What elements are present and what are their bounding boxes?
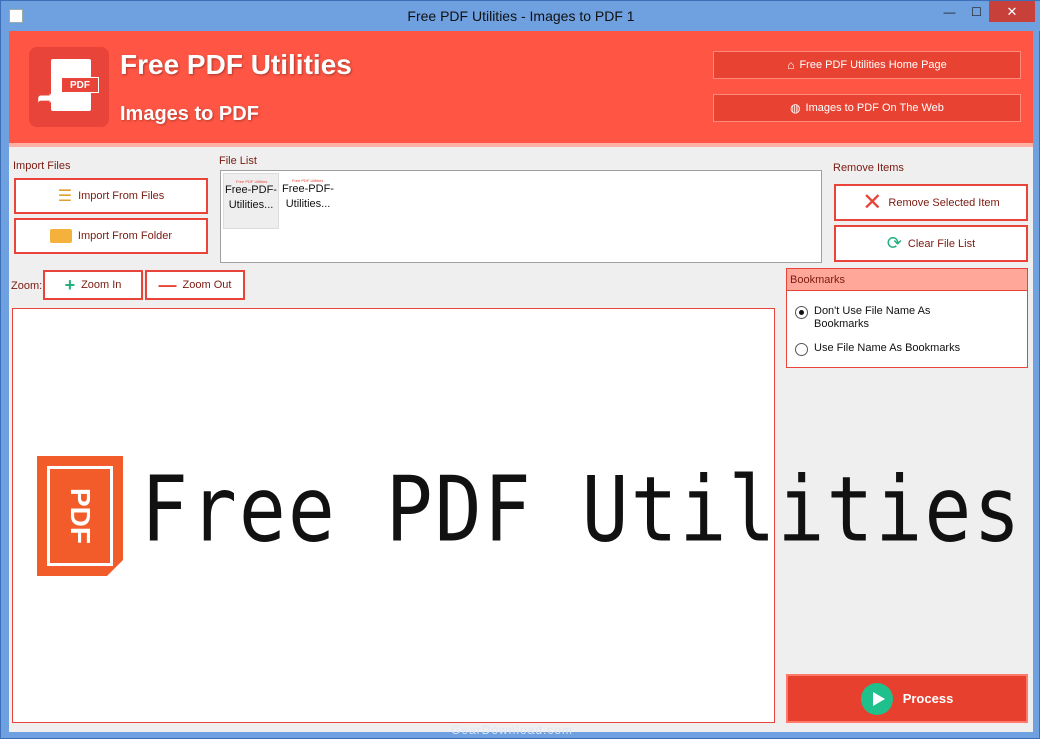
header-subtitle: Images to PDF: [120, 103, 259, 125]
import-from-folder-button[interactable]: Import From Folder: [14, 218, 208, 254]
file-name: Free-PDF-Utilities...: [282, 183, 334, 210]
home-page-link-label: Free PDF Utilities Home Page: [799, 59, 947, 71]
file-list-label: File List: [219, 155, 257, 167]
option-no-filename-label: Don't Use File Name As Bookmarks: [814, 305, 931, 330]
app-logo-icon: PDF ➦: [29, 47, 109, 127]
zoom-in-label: Zoom In: [81, 279, 122, 291]
folder-icon: [49, 229, 72, 243]
zoom-in-button[interactable]: + Zoom In: [43, 270, 143, 300]
minus-icon: —: [158, 274, 177, 295]
home-icon: ⌂: [787, 58, 795, 72]
window-title: Free PDF Utilities - Images to PDF 1: [407, 8, 635, 24]
import-files-label: Import Files: [13, 160, 71, 172]
import-from-files-label: Import From Files: [78, 190, 165, 202]
logo-pdf-label: PDF: [61, 77, 99, 93]
app-window: Free PDF Utilities - Images to PDF 1 — ☐…: [0, 0, 1040, 739]
file-thumbnail: Free PDF Utilities: [292, 178, 324, 183]
file-thumbnail: Free PDF Utilities: [236, 179, 268, 184]
file-list-icon: ☰: [57, 188, 73, 205]
web-page-link[interactable]: ◍ Images to PDF On The Web: [713, 94, 1021, 122]
header-title: Free PDF Utilities: [120, 49, 352, 80]
preview-pdf-logo-text: PDF: [47, 466, 113, 566]
process-button[interactable]: Process: [786, 674, 1028, 723]
option-filename[interactable]: Use File Name As Bookmarks: [795, 342, 960, 356]
play-icon: [860, 682, 893, 715]
clear-file-list-label: Clear File List: [907, 237, 976, 250]
maximize-button[interactable]: ☐: [963, 1, 990, 22]
file-name: Free-PDF-Utilities...: [225, 184, 277, 211]
remove-items-label: Remove Items: [833, 162, 904, 174]
header-divider: [9, 143, 1033, 147]
preview-pdf-logo-icon: PDF: [37, 456, 123, 576]
zoom-out-label: Zoom Out: [182, 279, 232, 291]
client-area: PDF ➦ Free PDF Utilities Images to PDF ⌂…: [9, 31, 1033, 732]
file-list[interactable]: Free PDF Utilities Free-PDF-Utilities...…: [220, 170, 822, 263]
title-bar[interactable]: Free PDF Utilities - Images to PDF 1 — ☐…: [1, 1, 1040, 31]
refresh-icon: ⟳: [886, 233, 902, 253]
file-list-item[interactable]: Free PDF Utilities Free-PDF-Utilities...: [280, 173, 336, 229]
close-button[interactable]: ✕: [989, 1, 1035, 22]
option-no-filename[interactable]: Don't Use File Name As Bookmarks: [795, 305, 955, 331]
watermark: GearDownload.com: [451, 723, 574, 737]
preview-logo-text: Free PDF Utilities: [141, 459, 1023, 563]
option-filename-label: Use File Name As Bookmarks: [814, 342, 961, 354]
home-page-link[interactable]: ⌂ Free PDF Utilities Home Page: [713, 51, 1021, 79]
remove-selected-item-label: Remove Selected Item: [888, 196, 1000, 209]
import-from-files-button[interactable]: ☰ Import From Files: [14, 178, 208, 214]
bookmarks-panel: Bookmarks Don't Use File Name As Bookmar…: [786, 268, 1028, 368]
minimize-button[interactable]: —: [936, 1, 963, 22]
zoom-label: Zoom:: [11, 280, 43, 292]
clear-file-list-button[interactable]: ⟳ Clear File List: [834, 225, 1028, 262]
zoom-out-button[interactable]: — Zoom Out: [145, 270, 245, 300]
remove-x-icon: ✕: [862, 188, 883, 216]
remove-selected-item-button[interactable]: ✕ Remove Selected Item: [834, 184, 1028, 221]
web-page-link-label: Images to PDF On The Web: [805, 102, 944, 114]
import-from-folder-label: Import From Folder: [77, 230, 173, 242]
globe-icon: ◍: [790, 101, 801, 115]
radio-filename[interactable]: [795, 343, 808, 356]
header-banner: PDF ➦ Free PDF Utilities Images to PDF ⌂…: [9, 31, 1033, 143]
file-list-item[interactable]: Free PDF Utilities Free-PDF-Utilities...: [223, 173, 279, 229]
process-label: Process: [902, 691, 954, 706]
plus-icon: +: [64, 274, 76, 295]
radio-no-filename[interactable]: [795, 306, 808, 319]
image-preview[interactable]: PDF Free PDF Utilities: [12, 308, 1020, 723]
logo-arrow-icon: ➦: [37, 85, 56, 110]
bookmarks-header: Bookmarks: [787, 269, 1027, 291]
